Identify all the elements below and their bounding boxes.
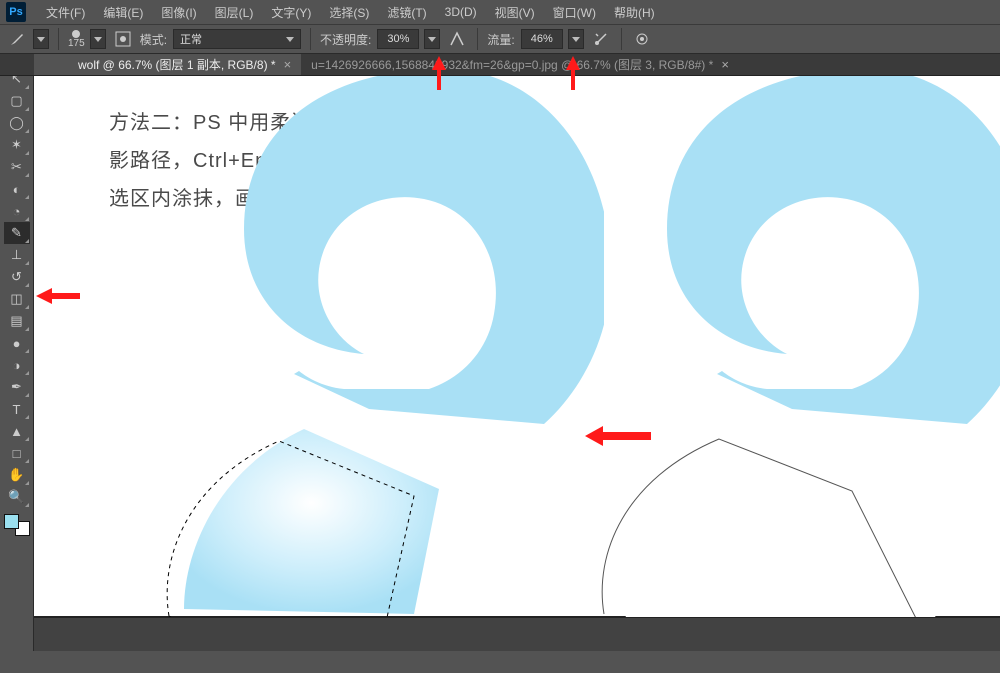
flow-input[interactable]: 46% (521, 29, 563, 49)
brush-panel-toggle[interactable] (112, 28, 134, 50)
history-brush-tool[interactable]: ↺ (4, 266, 30, 288)
brush-dot-icon (72, 30, 80, 38)
tab-title: wolf @ 66.7% (图层 1 副本, RGB/8) * (78, 56, 276, 73)
annotation-arrow (424, 56, 454, 96)
status-bar (34, 617, 1000, 651)
pressure-opacity-icon[interactable] (446, 28, 468, 50)
menu-type[interactable]: 文字(Y) (263, 2, 319, 23)
separator (477, 28, 478, 50)
menu-image[interactable]: 图像(I) (153, 2, 204, 23)
blend-mode-value: 正常 (180, 31, 202, 47)
crop-tool[interactable]: ✂ (4, 156, 30, 178)
annotation-arrow (558, 56, 588, 96)
blur-tool[interactable]: ● (4, 332, 30, 354)
pressure-size-icon[interactable] (631, 28, 653, 50)
annotation-arrow (585, 424, 655, 448)
menu-bar: Ps 文件(F) 编辑(E) 图像(I) 图层(L) 文字(Y) 选择(S) 滤… (0, 0, 1000, 24)
opacity-dropdown[interactable] (424, 29, 440, 49)
canvas-area: 方法二：PS 中用柔边画笔。用钢笔勾出阴 影路径，Ctrl+Enter 变成选区… (34, 54, 1000, 651)
document-tab-inactive[interactable]: u=1426926666,1568843932&fm=26&gp=0.jpg @… (301, 54, 739, 75)
separator (310, 28, 311, 50)
flow-dropdown[interactable] (568, 29, 584, 49)
color-swatches[interactable] (4, 514, 30, 536)
menu-window[interactable]: 窗口(W) (545, 2, 604, 23)
zoom-tool[interactable]: 🔍 (4, 486, 30, 508)
menu-3d[interactable]: 3D(D) (437, 3, 485, 21)
shape-tool[interactable]: □ (4, 442, 30, 464)
canvas[interactable]: 方法二：PS 中用柔边画笔。用钢笔勾出阴 影路径，Ctrl+Enter 变成选区… (34, 54, 1000, 616)
mode-label: 模式: (140, 31, 167, 48)
brush-size-value[interactable]: 175 (68, 38, 85, 49)
document-tab-active[interactable]: wolf @ 66.7% (图层 1 副本, RGB/8) * × (68, 54, 301, 75)
workspace: ↖▢◯✶✂◐◔✎⊥↺◫▤●◑✒T▲□✋🔍 方法二：PS 中用柔边画笔。用钢笔勾出… (0, 54, 1000, 651)
pen-tool[interactable]: ✒ (4, 376, 30, 398)
menu-layer[interactable]: 图层(L) (207, 2, 262, 23)
hand-tool[interactable]: ✋ (4, 464, 30, 486)
foreground-swatch[interactable] (4, 514, 19, 529)
airbrush-icon[interactable] (590, 28, 612, 50)
tab-title: u=1426926666,1568843932&fm=26&gp=0.jpg @… (311, 56, 713, 73)
tool-panel: ↖▢◯✶✂◐◔✎⊥↺◫▤●◑✒T▲□✋🔍 (0, 54, 34, 651)
heal-tool[interactable]: ◔ (4, 200, 30, 222)
current-tool-icon[interactable] (6, 28, 28, 50)
menu-file[interactable]: 文件(F) (38, 2, 93, 23)
flow-label: 流量: (487, 31, 514, 48)
menu-edit[interactable]: 编辑(E) (95, 2, 151, 23)
annotation-arrow (36, 284, 86, 308)
options-bar: 175 模式: 正常 不透明度: 30% 流量: 46% (0, 24, 1000, 54)
dodge-tool[interactable]: ◑ (4, 354, 30, 376)
type-tool[interactable]: T (4, 398, 30, 420)
close-icon[interactable]: × (284, 57, 292, 72)
opacity-input[interactable]: 30% (377, 29, 419, 49)
menu-view[interactable]: 视图(V) (487, 2, 543, 23)
brush-tool[interactable]: ✎ (4, 222, 30, 244)
document-tab-bar: wolf @ 66.7% (图层 1 副本, RGB/8) * × u=1426… (0, 54, 1000, 76)
opacity-label: 不透明度: (320, 31, 371, 48)
separator (58, 28, 59, 50)
menu-help[interactable]: 帮助(H) (606, 2, 663, 23)
gradient-tool[interactable]: ▤ (4, 310, 30, 332)
eyedropper-tool[interactable]: ◐ (4, 178, 30, 200)
path-select-tool[interactable]: ▲ (4, 420, 30, 442)
app-logo: Ps (6, 2, 26, 22)
quick-select-tool[interactable]: ✶ (4, 134, 30, 156)
menu-select[interactable]: 选择(S) (321, 2, 377, 23)
menu-filter[interactable]: 滤镜(T) (379, 2, 434, 23)
eraser-tool[interactable]: ◫ (4, 288, 30, 310)
close-icon[interactable]: × (721, 57, 729, 72)
stamp-tool[interactable]: ⊥ (4, 244, 30, 266)
lasso-tool[interactable]: ◯ (4, 112, 30, 134)
rect-marquee-tool[interactable]: ▢ (4, 90, 30, 112)
separator (621, 28, 622, 50)
brush-picker-dropdown[interactable] (90, 29, 106, 49)
tool-preset-dropdown[interactable] (33, 29, 49, 49)
blend-mode-dropdown[interactable]: 正常 (173, 29, 301, 49)
